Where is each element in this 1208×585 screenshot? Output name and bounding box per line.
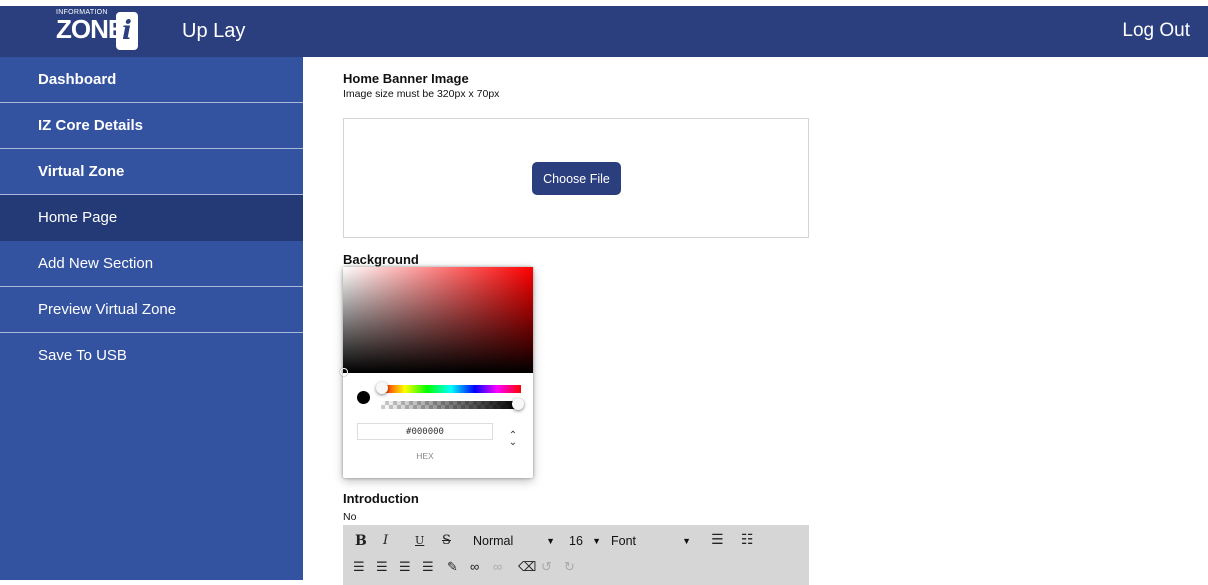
strike-button[interactable]: S <box>442 533 451 553</box>
align-center-icon[interactable]: ☰ <box>376 559 388 577</box>
font-select[interactable]: Font ▼ <box>611 530 691 552</box>
alpha-slider[interactable] <box>381 401 519 409</box>
chevron-down-icon: ▼ <box>682 536 691 546</box>
app-title: Up Lay <box>182 20 246 42</box>
color-picker: HEX ⌃⌄ <box>340 267 533 478</box>
redo-icon[interactable]: ↻ <box>564 559 575 577</box>
hex-input[interactable] <box>357 423 493 440</box>
sidebar-item-virtual-zone[interactable]: Virtual Zone <box>0 149 303 195</box>
hex-label: HEX <box>416 451 434 461</box>
bullet-list-icon[interactable]: ☰ <box>711 531 724 551</box>
sidebar-item-save-to-usb[interactable]: Save To USB <box>0 333 303 379</box>
format-select[interactable]: Normal ▼ <box>473 530 555 552</box>
choose-file-button[interactable]: Choose File <box>532 162 621 195</box>
align-right-icon[interactable]: ☰ <box>399 559 411 577</box>
sidebar-item-home-page[interactable]: Home Page <box>0 195 303 241</box>
underline-button[interactable]: U <box>415 534 424 554</box>
italic-button[interactable]: I <box>383 533 388 553</box>
undo-icon[interactable]: ↺ <box>541 559 552 577</box>
logout-link[interactable]: Log Out <box>1122 20 1190 42</box>
logo-i-icon: i <box>116 12 138 50</box>
saturation-handle[interactable] <box>340 368 348 376</box>
chevron-down-icon: ▼ <box>546 536 555 546</box>
hue-slider[interactable] <box>381 385 521 393</box>
chevron-down-icon: ▼ <box>592 536 601 546</box>
logo-big-text: ZONE <box>56 14 125 44</box>
editor-toolbar: B I U S Normal ▼ 16 ▼ Font ▼ ☰ ☷ ☰ ☰ ☰ ☰ ✎ … <box>343 525 809 585</box>
saturation-area[interactable] <box>343 267 533 373</box>
unlink-icon: ∞ <box>493 559 503 574</box>
introduction-title: Introduction <box>343 491 419 506</box>
sidebar: Dashboard IZ Core Details Virtual Zone H… <box>0 57 303 580</box>
information-zone-logo[interactable]: INFORMATION ZONE i <box>56 8 146 52</box>
text-color-icon[interactable]: ✎ <box>447 559 458 577</box>
sidebar-item-add-new-section[interactable]: Add New Section <box>0 241 303 287</box>
banner-subtitle: Image size must be 320px x 70px <box>343 88 500 100</box>
bold-button[interactable]: B <box>355 533 367 553</box>
align-left-icon[interactable]: ☰ <box>353 559 365 577</box>
sidebar-item-preview-virtual-zone[interactable]: Preview Virtual Zone <box>0 287 303 333</box>
sidebar-item-iz-core-details[interactable]: IZ Core Details <box>0 103 303 149</box>
top-bar: INFORMATION ZONE i Up Lay Log Out <box>0 0 1208 57</box>
align-justify-icon[interactable]: ☰ <box>422 559 434 577</box>
alpha-handle[interactable] <box>512 398 524 410</box>
color-swatch <box>357 391 370 404</box>
sidebar-item-dashboard[interactable]: Dashboard <box>0 57 303 103</box>
numbered-list-icon[interactable]: ☷ <box>741 531 754 551</box>
size-select[interactable]: 16 ▼ <box>569 530 601 552</box>
hue-handle[interactable] <box>376 382 388 394</box>
link-icon[interactable]: ∞ <box>470 559 479 577</box>
banner-upload-area[interactable]: Choose File <box>343 118 809 238</box>
eraser-icon[interactable]: ⌫ <box>518 559 536 577</box>
banner-title: Home Banner Image <box>343 71 469 86</box>
format-toggle-icon[interactable]: ⌃ ⌄ <box>507 431 519 452</box>
